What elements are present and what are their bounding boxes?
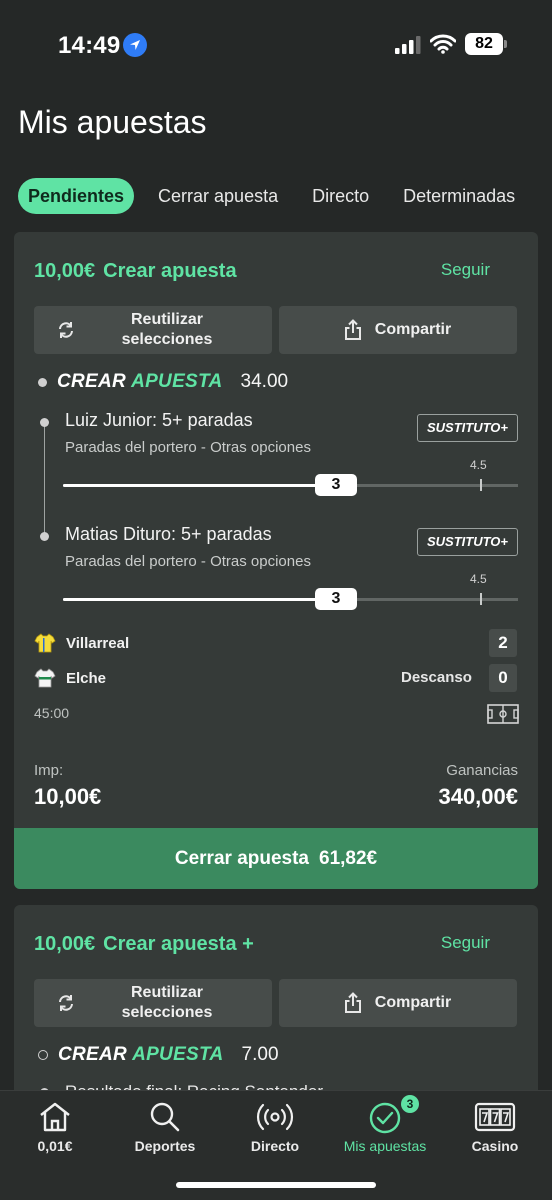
bet-type: Crear apuesta (103, 260, 237, 282)
tab-determinadas[interactable]: Determinadas (403, 178, 515, 214)
bet-card: 10,00€ Crear apuesta + Seguir Reutilizar … (14, 905, 538, 1105)
progress-value: 3 (315, 588, 357, 610)
cashout-amount: 61,82€ (319, 847, 378, 869)
share-icon (345, 319, 361, 340)
share-icon (345, 992, 361, 1013)
bet-odds: 34.00 (240, 371, 289, 392)
wifi-icon (430, 34, 456, 54)
home-team: Villarreal (34, 631, 129, 655)
stake-value: 10,00€ (34, 784, 102, 809)
villarreal-shirt-icon (34, 633, 56, 653)
reuse-selections-button[interactable]: Reutilizar selecciones (34, 306, 272, 354)
away-score: 0 (489, 664, 517, 692)
bet-type: Crear apuesta + (103, 933, 254, 955)
cashout-label: Cerrar apuesta (174, 847, 309, 869)
home-indicator (176, 1182, 376, 1188)
returns-label: Ganancias (446, 762, 518, 779)
status-bar: 14:49 82 (0, 0, 552, 90)
share-button[interactable]: Compartir (279, 979, 517, 1027)
nav-label: Deportes (134, 1138, 196, 1154)
target-line-label: 4.5 (470, 458, 487, 472)
refresh-icon (59, 322, 73, 338)
nav-label: Casino (471, 1138, 519, 1154)
bet-header: 10,00€ Crear apuesta (34, 260, 237, 283)
leg-dot (40, 418, 49, 427)
progress-fill (63, 484, 336, 487)
search-icon (150, 1102, 180, 1132)
returns-value: 340,00€ (438, 784, 518, 809)
page-title: Mis apuestas (18, 104, 207, 140)
cashout-button[interactable]: Cerrar apuesta 61,82€ (14, 828, 538, 889)
bet-stake: 10,00€ (34, 260, 96, 282)
crear-apuesta-logo: CREAR APUESTA (58, 1044, 224, 1065)
substitute-badge[interactable]: SUSTITUTO+ (417, 528, 518, 556)
tab-cerrar-apuesta[interactable]: Cerrar apuesta (158, 178, 278, 214)
notification-badge: 3 (401, 1095, 419, 1113)
target-tick (480, 479, 482, 491)
status-time: 14:49 (58, 32, 121, 59)
leg-title: Luiz Junior: 5+ paradas (65, 410, 253, 430)
away-team-name: Elche (66, 669, 107, 687)
nav-label: 0,01€ (37, 1138, 73, 1154)
progress-track: 3 4.5 (63, 572, 518, 610)
reuse-selections-label: Reutilizar selecciones (121, 311, 213, 348)
legs-timeline (44, 422, 45, 538)
slot-machine-icon (474, 1102, 516, 1132)
bet-tabs: Pendientes Cerrar apuesta Directo Determ… (18, 178, 549, 214)
bet-builder-row: CREAR APUESTA 34.00 (38, 370, 288, 394)
nav-label: Mis apuestas (343, 1138, 427, 1154)
pitch-icon[interactable] (487, 704, 519, 724)
bet-builder-row: CREAR APUESTA 7.00 (38, 1043, 279, 1067)
location-arrow-icon (123, 33, 147, 57)
leg-market: Paradas del portero - Otras opciones (65, 553, 311, 570)
bet-header: 10,00€ Crear apuesta + (34, 933, 254, 956)
leg-market: Paradas del portero - Otras opciones (65, 439, 311, 456)
share-label: Compartir (374, 994, 452, 1011)
refresh-icon (59, 995, 73, 1011)
home-score: 2 (489, 629, 517, 657)
progress-fill (63, 598, 336, 601)
home-icon (40, 1102, 70, 1132)
bet-card: 10,00€ Crear apuesta Seguir Reutilizar se… (14, 232, 538, 889)
timeline-dot (38, 1050, 48, 1060)
progress-value: 3 (315, 474, 357, 496)
cellular-signal-icon (395, 36, 421, 54)
tab-pendientes[interactable]: Pendientes (18, 178, 135, 214)
timeline-dot (38, 377, 47, 387)
battery-tip (504, 40, 507, 48)
home-team-name: Villarreal (66, 634, 130, 652)
match-clock: 45:00 (34, 705, 70, 721)
follow-button[interactable]: Seguir (441, 260, 490, 280)
share-label: Compartir (374, 321, 452, 338)
target-tick (480, 593, 482, 605)
nav-label: Directo (250, 1138, 300, 1154)
elche-shirt-icon (34, 668, 56, 688)
check-circle-icon (369, 1102, 401, 1134)
stake-label: Imp: (34, 762, 64, 779)
tab-directo[interactable]: Directo (312, 178, 369, 214)
reuse-selections-button[interactable]: Reutilizar selecciones (34, 979, 272, 1027)
away-team: Elche (34, 666, 106, 690)
substitute-badge[interactable]: SUSTITUTO+ (417, 414, 518, 442)
reuse-selections-label: Reutilizar selecciones (121, 984, 213, 1021)
leg-dot (40, 532, 49, 541)
target-line-label: 4.5 (470, 572, 487, 586)
live-icon (256, 1103, 294, 1131)
bet-odds: 7.00 (241, 1044, 279, 1065)
match-period: Descanso (401, 669, 472, 686)
bet-stake: 10,00€ (34, 933, 96, 955)
progress-track: 3 4.5 (63, 458, 518, 496)
share-button[interactable]: Compartir (279, 306, 517, 354)
leg-title: Matias Dituro: 5+ paradas (65, 524, 272, 544)
crear-apuesta-logo: CREAR APUESTA (57, 371, 223, 392)
battery-indicator: 82 (465, 33, 503, 55)
follow-button[interactable]: Seguir (441, 933, 490, 953)
